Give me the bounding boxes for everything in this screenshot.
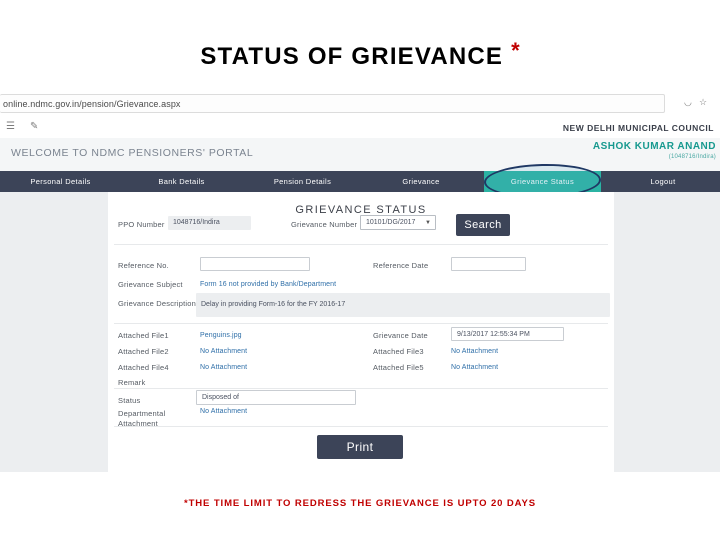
grievance-number-value: 10101/DG/2017 (366, 219, 416, 226)
print-button[interactable]: Print (317, 435, 403, 459)
logged-in-user-name: ASHOK KUMAR ANAND (592, 141, 716, 152)
page-title-text: STATUS OF GRIEVANCE (200, 43, 504, 71)
right-gutter (614, 192, 720, 472)
page-title: STATUS OF GRIEVANCE * (0, 40, 720, 71)
reference-no-input[interactable] (200, 257, 310, 271)
grievance-description-label: Grievance Description (118, 299, 196, 308)
edit-pen-icon[interactable]: ✎ (30, 122, 38, 132)
star-icon[interactable]: ☆ (699, 98, 707, 107)
attached-file4-label: Attached File4 (118, 363, 169, 372)
status-value: Disposed of (202, 394, 239, 401)
remark-label: Remark (118, 378, 146, 387)
divider (114, 244, 608, 245)
hamburger-menu-icon[interactable]: ☰ (6, 122, 15, 132)
status-field: Disposed of (196, 390, 356, 405)
nav-item-bank-details[interactable]: Bank Details (121, 171, 242, 192)
attached-file5-label: Attached File5 (373, 363, 424, 372)
left-gutter (0, 192, 108, 472)
attached-file2-label: Attached File2 (118, 347, 169, 356)
address-bar[interactable]: online.ndmc.gov.in/pension/Grievance.asp… (0, 94, 665, 113)
main-navigation: Personal Details Bank Details Pension De… (0, 171, 720, 192)
page-body: GRIEVANCE STATUS PPO Number 1048716/Indi… (0, 192, 720, 472)
grievance-number-label: Grievance Number (291, 220, 358, 229)
council-name: NEW DELHI MUNICIPAL COUNCIL (562, 123, 714, 133)
attached-file5-value: No Attachment (451, 364, 499, 371)
departmental-attachment-value: No Attachment (200, 408, 248, 415)
ppo-number-value: 1048716/Indira (173, 219, 220, 226)
ppo-number-label: PPO Number (118, 220, 165, 229)
nav-item-pension-details[interactable]: Pension Details (242, 171, 363, 192)
chevron-down-icon: ▼ (425, 220, 431, 226)
attached-file4-value: No Attachment (200, 364, 248, 371)
divider (114, 426, 608, 427)
attached-file3-label: Attached File3 (373, 347, 424, 356)
url-text: online.ndmc.gov.in/pension/Grievance.asp… (3, 99, 181, 109)
ppo-number-field: 1048716/Indira (168, 216, 251, 230)
grievance-date-label: Grievance Date (373, 331, 428, 340)
search-button[interactable]: Search (456, 214, 510, 236)
browser-screenshot: online.ndmc.gov.in/pension/Grievance.asp… (0, 92, 720, 472)
status-label: Status (118, 396, 141, 405)
browser-secondary-toolbar: ☰ ✎ NEW DELHI MUNICIPAL COUNCIL (0, 116, 720, 139)
footer-note: *THE TIME LIMIT TO REDRESS THE GRIEVANCE… (184, 498, 536, 509)
logged-in-user-ppo: (1048716/Indira) (668, 154, 716, 160)
grievance-number-select[interactable]: 10101/DG/2017 ▼ (360, 215, 436, 230)
nav-item-logout[interactable]: Logout (606, 171, 720, 192)
browser-url-bar: online.ndmc.gov.in/pension/Grievance.asp… (0, 92, 720, 117)
divider (114, 388, 608, 389)
grievance-description-box: Delay in providing Form-16 for the FY 20… (196, 293, 610, 317)
grievance-subject-value: Form 16 not provided by Bank/Department (200, 281, 337, 288)
grievance-status-form: GRIEVANCE STATUS PPO Number 1048716/Indi… (108, 192, 614, 472)
divider (114, 323, 608, 324)
portal-welcome-text: WELCOME TO NDMC PENSIONERS' PORTAL (11, 147, 254, 159)
reference-date-input[interactable] (451, 257, 526, 271)
title-asterisk: * (511, 38, 520, 63)
attached-file2-value: No Attachment (200, 348, 248, 355)
nav-item-personal-details[interactable]: Personal Details (0, 171, 121, 192)
grievance-date-field: 9/13/2017 12:55:34 PM (451, 327, 564, 341)
reference-date-label: Reference Date (373, 261, 429, 270)
nav-item-grievance[interactable]: Grievance (363, 171, 479, 192)
grievance-description-value: Delay in providing Form-16 for the FY 20… (201, 301, 346, 308)
attached-file3-value: No Attachment (451, 348, 499, 355)
attached-file1-link[interactable]: Penguins.jpg (200, 332, 242, 339)
grievance-date-value: 9/13/2017 12:55:34 PM (457, 331, 530, 338)
attached-file1-label: Attached File1 (118, 331, 169, 340)
reference-no-label: Reference No. (118, 261, 169, 270)
grievance-subject-label: Grievance Subject (118, 280, 183, 289)
zoom-out-icon[interactable]: ◡ (684, 98, 692, 107)
portal-header: WELCOME TO NDMC PENSIONERS' PORTAL ASHOK… (0, 138, 720, 172)
